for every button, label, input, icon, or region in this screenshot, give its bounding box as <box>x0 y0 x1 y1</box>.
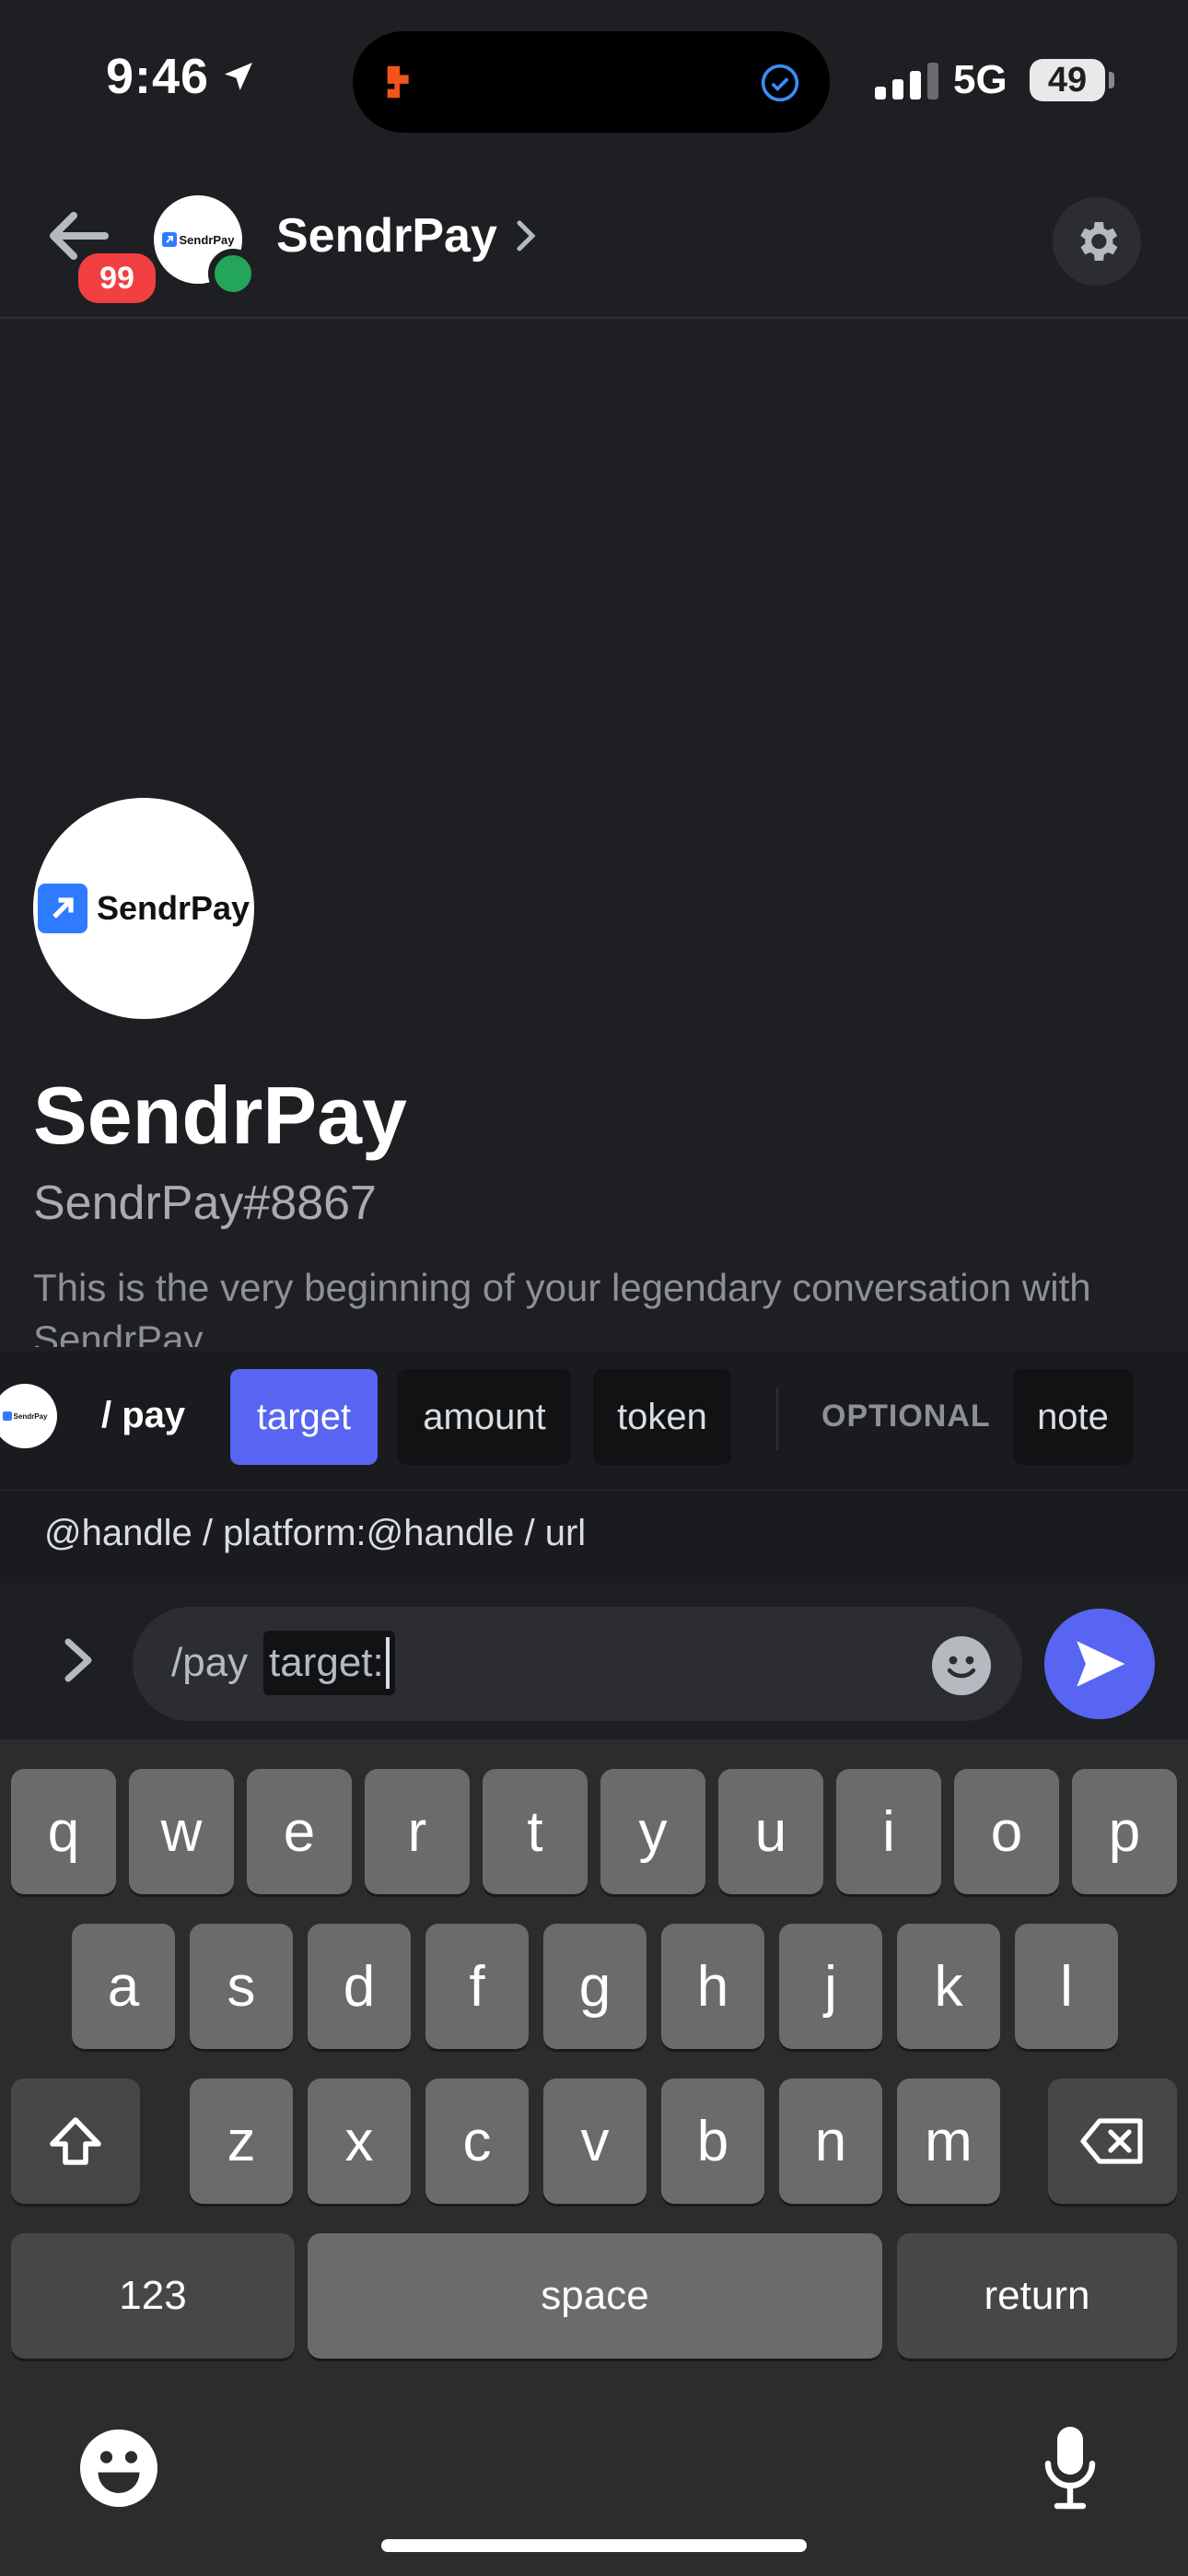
sendrpay-logo: SendrPay <box>161 232 235 247</box>
profile-tag: SendrPay#8867 <box>33 1177 377 1230</box>
home-indicator[interactable] <box>381 2539 807 2552</box>
dynamic-island <box>353 31 830 133</box>
key-i[interactable]: i <box>836 1769 941 1894</box>
key-q[interactable]: q <box>11 1769 116 1894</box>
key-n[interactable]: n <box>779 2078 882 2204</box>
clock-text: 9:46 <box>106 49 210 104</box>
location-arrow-icon <box>225 63 253 90</box>
option-note[interactable]: note <box>1013 1369 1133 1465</box>
key-b[interactable]: b <box>661 2078 764 2204</box>
key-t[interactable]: t <box>483 1769 588 1894</box>
option-amount[interactable]: amount <box>398 1369 571 1465</box>
logo-text: SendrPay <box>96 889 250 927</box>
settings-button[interactable] <box>1053 197 1141 286</box>
space-key[interactable]: space <box>308 2233 882 2359</box>
key-g[interactable]: g <box>543 1924 646 2049</box>
gear-icon <box>1080 222 1118 261</box>
key-l[interactable]: l <box>1015 1924 1118 2049</box>
backspace-icon <box>1080 2118 1143 2164</box>
return-key[interactable]: return <box>897 2233 1177 2359</box>
arrow-logo-icon <box>37 884 87 933</box>
send-button[interactable] <box>1044 1609 1155 1719</box>
command-options-bar: SendrPay / pay target amount token OPTIO… <box>0 1351 1188 1489</box>
conversation-intro: This is the very beginning of your legen… <box>33 1266 1091 1347</box>
key-k[interactable]: k <box>897 1924 1000 2049</box>
key-c[interactable]: c <box>425 2078 529 2204</box>
keyboard-emoji-icon[interactable] <box>77 2427 160 2510</box>
battery-level: 49 <box>1047 60 1088 100</box>
key-a[interactable]: a <box>72 1924 175 2049</box>
emoji-button[interactable] <box>932 1636 991 1695</box>
command-name: / pay <box>101 1395 186 1435</box>
input-target-token: target: <box>263 1631 395 1695</box>
key-s[interactable]: s <box>190 1924 293 2049</box>
delete-key[interactable] <box>1048 2078 1177 2204</box>
status-time: 9:46 <box>106 48 257 105</box>
optional-label: OPTIONAL <box>821 1399 991 1434</box>
key-w[interactable]: w <box>129 1769 234 1894</box>
text-caret <box>385 1637 390 1689</box>
key-j[interactable]: j <box>779 1924 882 2049</box>
check-circle-icon <box>761 64 799 102</box>
key-p[interactable]: p <box>1072 1769 1177 1894</box>
arrow-logo-icon <box>2 1411 12 1421</box>
key-z[interactable]: z <box>190 2078 293 2204</box>
key-e[interactable]: e <box>247 1769 352 1894</box>
shift-arrow-icon <box>50 2117 101 2165</box>
key-d[interactable]: d <box>308 1924 411 2049</box>
online-status-dot <box>208 249 258 299</box>
battery-tip <box>1109 72 1114 88</box>
chevron-right-icon <box>517 220 536 252</box>
profile-avatar[interactable]: SendrPay <box>33 798 254 1019</box>
key-y[interactable]: y <box>600 1769 705 1894</box>
sendrpay-logo: SendrPay <box>2 1411 48 1421</box>
shift-key[interactable] <box>11 2078 140 2204</box>
unread-badge: 99 <box>74 249 160 308</box>
key-o[interactable]: o <box>954 1769 1059 1894</box>
smiley-icon <box>947 1656 976 1679</box>
key-f[interactable]: f <box>425 1924 529 2049</box>
input-command-prefix: /pay <box>171 1640 249 1685</box>
microphone-icon[interactable] <box>1044 2423 1096 2512</box>
input-value: target: <box>269 1640 384 1685</box>
sendrpay-logo: SendrPay <box>37 884 250 933</box>
option-hint-row: @handle / platform:@handle / url <box>0 1489 1188 1585</box>
battery-icon: 49 <box>1030 59 1105 101</box>
options-divider <box>776 1388 778 1450</box>
option-target[interactable]: target <box>230 1369 378 1465</box>
key-u[interactable]: u <box>718 1769 823 1894</box>
key-x[interactable]: x <box>308 2078 411 2204</box>
option-hint: @handle / platform:@handle / url <box>44 1513 587 1553</box>
key-v[interactable]: v <box>543 2078 646 2204</box>
send-arrow-icon <box>1077 1641 1125 1687</box>
logo-text: SendrPay <box>13 1411 48 1421</box>
cellular-signal-icon <box>875 63 938 100</box>
chevron-right-icon[interactable] <box>55 1633 101 1688</box>
logo-text: SendrPay <box>179 232 235 247</box>
key-r[interactable]: r <box>365 1769 470 1894</box>
channel-title[interactable]: SendrPay <box>276 208 536 263</box>
app-activity-icon <box>387 65 409 99</box>
profile-name: SendrPay <box>33 1070 407 1161</box>
message-input[interactable]: /pay target: <box>133 1607 1022 1721</box>
arrow-logo-icon <box>161 232 177 247</box>
option-token[interactable]: token <box>593 1369 731 1465</box>
numbers-key[interactable]: 123 <box>11 2233 295 2359</box>
network-type: 5G <box>953 57 1007 102</box>
command-app-avatar: SendrPay <box>0 1384 57 1448</box>
key-h[interactable]: h <box>661 1924 764 2049</box>
channel-title-text: SendrPay <box>276 209 497 263</box>
key-m[interactable]: m <box>897 2078 1000 2204</box>
